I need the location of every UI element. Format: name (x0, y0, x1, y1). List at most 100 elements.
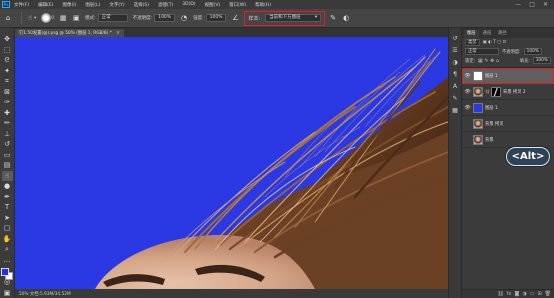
tab-layers[interactable]: 图层 (464, 30, 479, 38)
angle-button[interactable]: ∠ (231, 14, 239, 22)
properties-icon[interactable]: ☰ (451, 46, 460, 55)
dodge-tool-icon[interactable]: ● (2, 181, 13, 192)
type-tool-icon[interactable]: T (2, 202, 13, 213)
menu-type[interactable]: 文字(Y) (109, 2, 124, 8)
maximize-button[interactable]: □ (529, 1, 535, 8)
delete-layer-icon[interactable]: 🗑 (545, 291, 551, 297)
paragraph-icon[interactable]: ¶ (451, 70, 460, 79)
foreground-color[interactable] (1, 268, 9, 276)
shape-tool-icon[interactable]: ▢ (2, 223, 13, 234)
brush-panel-button[interactable]: ▣ (72, 14, 80, 22)
menu-edit[interactable]: 编辑(E) (38, 2, 53, 8)
brushes-icon[interactable]: ✎ (451, 94, 460, 103)
path-select-tool-icon[interactable]: ➤ (2, 213, 13, 224)
visibility-eye-icon[interactable]: 👁 (464, 89, 471, 95)
stamp-tool-icon[interactable]: ⊥ (2, 129, 13, 140)
menu-image[interactable]: 图像(I) (62, 2, 76, 8)
adjustments-icon[interactable]: ◑ (451, 58, 460, 67)
document-tab[interactable]: 钉1.50发置(@).psg @ 50% (图层 1, RGB/8) * × (15, 29, 125, 37)
home-button[interactable]: ⌂ (4, 14, 12, 22)
opacity-input[interactable]: 100% (154, 14, 176, 22)
layer-thumbnail (473, 86, 483, 97)
menu-help[interactable]: 帮助(H) (255, 2, 271, 8)
lock-icons[interactable]: ▦ ✎ ✥ ⌂ (478, 58, 499, 64)
chevron-down-icon: ▾ (314, 15, 318, 20)
layer-row-top[interactable]: 👁 图层 1 (462, 68, 554, 84)
menu-filter[interactable]: 滤镜(T) (158, 2, 173, 8)
tool-preset-picker[interactable]: ☝ ▾ (26, 14, 36, 22)
filter-icons[interactable]: ▣ ◐ T ▢ ⊡ (483, 40, 507, 45)
tab-paths[interactable]: 路径 (495, 30, 510, 38)
menu-3d[interactable]: 3D(D) (182, 2, 195, 7)
layer-thumbnail (473, 118, 483, 129)
visibility-eye-icon[interactable]: 👁 (464, 105, 471, 111)
menu-view[interactable]: 视图(V) (205, 2, 221, 8)
layer-row-background[interactable]: 背景 (462, 132, 554, 148)
quick-select-tool-icon[interactable]: ✦ (2, 66, 13, 77)
screen-mode-icon[interactable]: ▣ (2, 288, 13, 298)
swatches-icon[interactable]: ▦ (451, 106, 460, 115)
brush-picker[interactable]: 0 (41, 13, 54, 23)
layer-opacity-input[interactable]: 100% (523, 48, 542, 55)
new-layer-icon[interactable]: ⊞ (537, 291, 541, 297)
history-icon[interactable]: ↺ (451, 34, 460, 43)
add-mask-icon[interactable]: ◙ (514, 291, 519, 297)
smudge-tool-icon[interactable]: ☝ (1, 170, 13, 181)
menu-file[interactable]: 文件(F) (14, 2, 29, 8)
color-swatches[interactable] (1, 268, 13, 280)
tab-channels[interactable]: 通道 (480, 30, 495, 38)
layer-row-blue-fill[interactable]: 👁 图层 1 (462, 100, 554, 116)
link-layers-icon[interactable]: ⛓ (497, 291, 503, 297)
layer-row-background-copy[interactable]: 背景 拷贝 (462, 116, 554, 132)
brush-tool-icon[interactable]: ✏ (2, 118, 13, 129)
fill-input[interactable]: 100% (532, 57, 551, 64)
character-icon[interactable]: A (451, 82, 460, 91)
layer-mask-thumbnail[interactable] (491, 86, 501, 97)
layer-row-masked-copy[interactable]: 👁 ⛓ 背景 拷贝 2 (462, 84, 554, 100)
adjustment-layer-icon[interactable]: ◑ (522, 291, 526, 297)
blend-mode-select[interactable]: 正常 (465, 48, 499, 55)
gradient-tool-icon[interactable]: ▤ (2, 160, 13, 171)
hand-tool-icon[interactable]: ✋ (2, 234, 13, 245)
pressure-opacity-button[interactable]: ◔ (180, 14, 188, 22)
mode-select[interactable]: 正常 (97, 14, 128, 22)
strength-label: 强度: (193, 16, 204, 21)
layer-name: 背景 拷贝 2 (503, 89, 526, 95)
layer-name: 图层 1 (485, 73, 498, 79)
pen-tool-icon[interactable]: ✒ (2, 192, 13, 203)
crop-tool-icon[interactable]: ⌗ (2, 76, 13, 87)
eyedropper-tool-icon[interactable]: ✑ (2, 97, 13, 108)
menu-window[interactable]: 窗口(W) (229, 2, 246, 8)
move-tool-icon[interactable]: ✥ (2, 34, 13, 45)
angle-icon: ∠ (232, 14, 239, 22)
zoom-tool-icon[interactable]: ⌕ (2, 244, 13, 255)
new-group-icon[interactable]: ▭ (530, 291, 535, 297)
menu-layer[interactable]: 图层(L) (85, 2, 100, 8)
brush-settings-button[interactable]: ▦ (59, 14, 67, 22)
layer-kind-select[interactable]: 类型 (465, 39, 480, 46)
close-icon[interactable]: × (116, 30, 120, 36)
sample-layers-highlight: 样本: 当前和下方图层 ▾ (244, 10, 326, 26)
pressure-size-button[interactable]: ◐ (342, 14, 350, 22)
layers-list: 👁 图层 1 👁 ⛓ 背景 拷贝 2 👁 图层 1 背景 拷贝 背景 (462, 67, 554, 148)
sample-select[interactable]: 当前和下方图层 ▾ (265, 14, 322, 22)
close-button[interactable]: ✕ (543, 1, 548, 8)
document-canvas[interactable] (15, 37, 448, 289)
fill-value: 100% (535, 58, 548, 63)
healing-tool-icon[interactable]: ✚ (2, 108, 13, 119)
marquee-tool-icon[interactable]: ⬚ (2, 45, 13, 56)
frame-tool-icon[interactable]: ⊠ (2, 87, 13, 98)
mask-link-icon[interactable]: ⛓ (485, 89, 490, 94)
minimize-button[interactable]: — (515, 1, 521, 8)
more-tools-icon[interactable]: … (2, 255, 13, 266)
layer-name: 背景 (485, 137, 494, 143)
menu-select[interactable]: 选择(S) (134, 2, 149, 8)
strength-input[interactable]: 100% (205, 14, 227, 22)
finger-painting-button[interactable]: ✎ (329, 14, 337, 22)
eraser-tool-icon[interactable]: ▭ (2, 150, 13, 161)
layer-style-icon[interactable]: fx (507, 291, 512, 297)
layer-opacity-label: 不透明度: (502, 49, 521, 55)
visibility-eye-icon[interactable]: 👁 (464, 73, 471, 79)
lasso-tool-icon[interactable]: ᘓ (2, 55, 13, 66)
history-brush-tool-icon[interactable]: ↺ (2, 139, 13, 150)
